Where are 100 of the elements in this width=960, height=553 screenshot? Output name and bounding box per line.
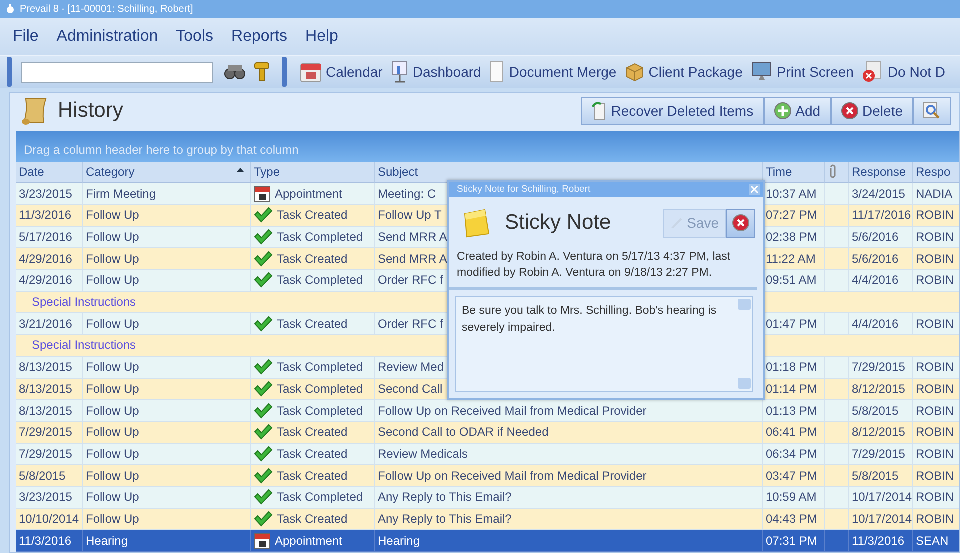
table-cell: ROBIN bbox=[913, 270, 959, 292]
table-cell: 8/12/2015 bbox=[849, 378, 913, 400]
box-icon bbox=[624, 62, 645, 82]
toolbar-grip[interactable] bbox=[7, 57, 12, 87]
table-cell: Any Reply to This Email? bbox=[375, 486, 763, 509]
table-cell: ROBIN bbox=[913, 486, 959, 509]
toolbar-button[interactable]: Document Merge bbox=[485, 61, 621, 83]
table-cell bbox=[825, 205, 849, 227]
table-cell: Second Call to ODAR if Needed bbox=[375, 422, 763, 444]
table-cell bbox=[825, 530, 849, 552]
table-cell: Follow Up bbox=[83, 465, 251, 487]
action-button[interactable]: Delete bbox=[830, 97, 913, 125]
table-cell: 3/21/2016 bbox=[16, 313, 83, 336]
table-cell: 5/8/2015 bbox=[849, 465, 913, 487]
checkmark-icon bbox=[254, 468, 273, 484]
table-cell: 04:43 PM bbox=[763, 508, 825, 530]
paperclip-icon bbox=[828, 164, 838, 180]
table-cell: 07:31 PM bbox=[763, 530, 825, 552]
table-cell bbox=[825, 248, 849, 270]
column-header[interactable]: Date bbox=[16, 162, 83, 184]
table-cell: Any Reply to This Email? bbox=[375, 508, 763, 530]
table-cell: Task Completed bbox=[251, 270, 375, 292]
table-cell: 01:18 PM bbox=[763, 356, 825, 378]
table-cell: Follow Up bbox=[83, 444, 251, 466]
close-icon bbox=[840, 102, 859, 120]
table-cell: Follow Up on Received Mail from Medical Provider bbox=[375, 400, 763, 422]
table-cell: 01:47 PM bbox=[763, 313, 825, 336]
binoculars-icon bbox=[224, 63, 246, 81]
table-cell bbox=[825, 444, 849, 466]
table-cell: 4/4/2016 bbox=[849, 270, 913, 292]
table-cell: 11/17/2016 bbox=[849, 205, 913, 227]
toolbar-button[interactable]: Dashboard bbox=[386, 61, 486, 83]
table-cell: Hearing bbox=[83, 530, 251, 552]
app-icon bbox=[6, 4, 15, 14]
table-cell: SEAN bbox=[913, 530, 959, 552]
table-cell bbox=[825, 508, 849, 530]
toolbar-button[interactable]: Print Screen bbox=[746, 61, 858, 83]
column-header[interactable]: Category bbox=[83, 162, 251, 184]
table-cell: 11/3/2016 bbox=[16, 530, 83, 552]
table-cell: Task Created bbox=[251, 422, 375, 444]
table-cell: 06:41 PM bbox=[763, 422, 825, 444]
menu-item[interactable]: Administration bbox=[56, 28, 158, 46]
toolbar-button[interactable]: Do Not D bbox=[858, 61, 950, 83]
table-cell: Task Created bbox=[251, 444, 375, 466]
close-button[interactable] bbox=[749, 184, 760, 195]
search-button[interactable] bbox=[913, 97, 951, 125]
table-cell: 11/3/2016 bbox=[849, 530, 913, 552]
table-cell: 10/17/2014 bbox=[849, 508, 913, 530]
table-cell: 7/29/2015 bbox=[849, 444, 913, 466]
menu-item[interactable]: File bbox=[13, 28, 39, 46]
cancel-button[interactable] bbox=[726, 208, 755, 238]
table-cell bbox=[825, 378, 849, 400]
checkmark-icon bbox=[254, 380, 273, 397]
table-cell: 09:51 AM bbox=[763, 270, 825, 292]
table-cell: 8/13/2015 bbox=[16, 356, 83, 378]
column-header[interactable]: Type bbox=[251, 162, 375, 184]
search-field[interactable] bbox=[21, 62, 213, 82]
document-icon bbox=[489, 61, 506, 83]
toolbar-button[interactable]: Client Package bbox=[620, 62, 747, 82]
toolbar-button[interactable]: Calendar bbox=[296, 61, 387, 83]
table-cell: 5/6/2016 bbox=[849, 248, 913, 270]
column-header[interactable]: Response bbox=[849, 162, 913, 184]
table-cell: Follow Up bbox=[83, 486, 251, 509]
note-link[interactable]: Special Instructions bbox=[32, 338, 136, 352]
table-cell: ROBIN bbox=[913, 508, 959, 530]
table-cell: 01:14 PM bbox=[763, 378, 825, 400]
menu-item[interactable]: Help bbox=[306, 28, 338, 46]
table-cell: ROBIN bbox=[913, 248, 959, 270]
toolbar-grip[interactable] bbox=[282, 57, 287, 87]
table-cell: 06:34 PM bbox=[763, 444, 825, 466]
table-cell: 4/29/2016 bbox=[16, 270, 83, 292]
column-header[interactable]: Respo bbox=[913, 162, 959, 184]
close-icon bbox=[732, 214, 750, 232]
table-cell: 03:47 PM bbox=[763, 465, 825, 487]
table-cell: Appointment bbox=[251, 530, 375, 552]
action-button[interactable]: Add bbox=[764, 97, 831, 125]
menu-item[interactable]: Tools bbox=[176, 28, 214, 46]
table-cell: 7/29/2015 bbox=[16, 444, 83, 466]
presentation-board-icon bbox=[390, 61, 409, 83]
table-cell: Follow Up bbox=[83, 356, 251, 378]
table-cell: 8/13/2015 bbox=[16, 378, 83, 400]
table-cell bbox=[825, 400, 849, 422]
table-cell: Follow Up bbox=[83, 226, 251, 248]
menu-item[interactable]: Reports bbox=[232, 28, 288, 46]
attachment-column-header[interactable] bbox=[825, 162, 849, 184]
table-cell: 07:27 PM bbox=[763, 205, 825, 227]
table-cell: 01:13 PM bbox=[763, 400, 825, 422]
search-icon bbox=[923, 102, 941, 120]
table-cell: 11:22 AM bbox=[763, 248, 825, 270]
action-button[interactable]: Recover Deleted Items bbox=[581, 97, 764, 125]
table-cell bbox=[825, 465, 849, 487]
checkmark-icon bbox=[254, 424, 273, 440]
sort-arrow-icon[interactable] bbox=[237, 168, 244, 172]
table-cell: Follow Up bbox=[83, 270, 251, 292]
note-link[interactable]: Special Instructions bbox=[32, 295, 136, 310]
table-cell: Appointment bbox=[251, 183, 375, 205]
table-cell: 11/3/2016 bbox=[16, 205, 83, 227]
table-cell: Task Created bbox=[251, 313, 375, 336]
column-header[interactable]: Time bbox=[763, 162, 825, 184]
table-cell: Task Created bbox=[251, 508, 375, 530]
